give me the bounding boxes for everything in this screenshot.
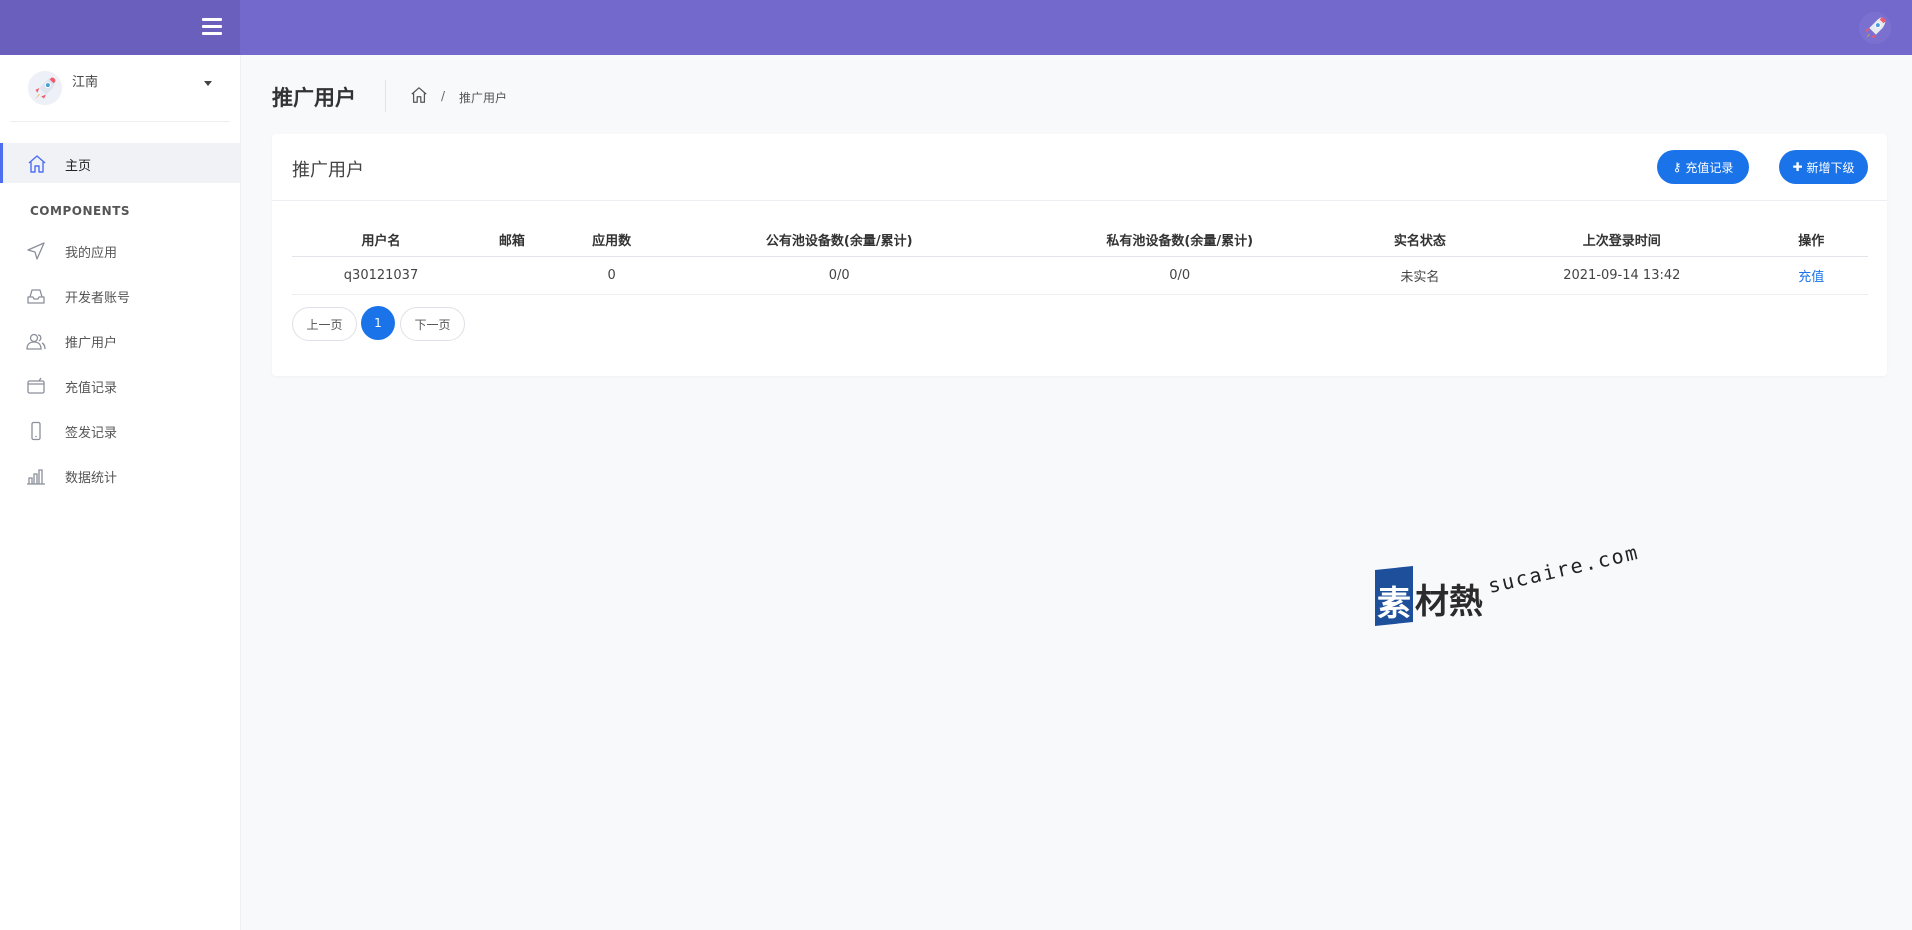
column-header[interactable]: 公有池设备数(余量/累计) [669,222,1009,257]
sidebar-header [0,0,240,55]
sidebar-item-label: 数据统计 [65,471,118,486]
page-title: 推广用户 [272,86,356,110]
column-header[interactable]: 上次登录时间 [1489,222,1755,257]
table-header-row: 用户名 邮箱 应用数 公有池设备数(余量/累计) 私有池设备数(余量/累计) 实… [292,222,1868,257]
sidebar: 江南 主页 COMPONENTS 我的应用 开发者账号 推广用户 充值记录 签发… [0,55,241,930]
card-header: 推广用户 ⚷ 充值记录 ✚ 新增下级 [272,134,1887,201]
send-icon [27,242,45,260]
cell-app-count: 0 [553,256,670,295]
watermark-url: sucaire.com [1485,539,1642,598]
top-navbar [240,0,1912,55]
cell-email [470,256,554,295]
watermark: 素 材熱 sucaire.com [1375,540,1641,626]
users-icon [26,333,46,350]
sidebar-item-developer-accounts[interactable]: 开发者账号 [0,276,240,316]
column-header[interactable]: 私有池设备数(余量/累计) [1008,222,1351,257]
cell-verify-status: 未实名 [1350,256,1490,295]
bar-chart-icon [27,469,45,485]
column-header[interactable]: 用户名 [292,222,471,257]
column-header[interactable]: 邮箱 [470,222,554,257]
key-icon: ⚷ [1672,160,1682,174]
sidebar-item-statistics[interactable]: 数据统计 [0,456,240,496]
recharge-records-label: 充值记录 [1685,160,1734,175]
users-table: 用户名 邮箱 应用数 公有池设备数(余量/累计) 私有池设备数(余量/累计) 实… [292,222,1868,295]
breadcrumb-current: 推广用户 [459,91,508,105]
breadcrumb-separator: / [441,89,446,103]
sidebar-item-label: 签发记录 [65,426,118,441]
cell-username: q30121037 [292,256,471,295]
hamburger-icon[interactable] [202,18,222,36]
header-divider [385,80,386,112]
watermark-brand-first: 素 [1377,584,1411,624]
cell-private-pool: 0/0 [1008,256,1351,295]
recharge-link[interactable]: 充值 [1798,270,1824,285]
wallet-icon [27,377,45,394]
user-profile[interactable]: 江南 [10,55,230,122]
page-button-current[interactable]: 1 [361,306,395,340]
table-row: q30121037 0 0/0 0/0 未实名 2021-09-14 13:42… [292,256,1868,295]
chevron-down-icon[interactable] [204,81,212,86]
sidebar-item-label: 我的应用 [65,246,118,261]
section-label: COMPONENTS [30,204,131,218]
cell-public-pool: 0/0 [669,256,1009,295]
mobile-icon [31,421,41,441]
column-header[interactable]: 实名状态 [1350,222,1490,257]
cell-last-login: 2021-09-14 13:42 [1489,256,1755,295]
inbox-icon [27,289,45,304]
sidebar-item-home[interactable]: 主页 [0,143,240,183]
sidebar-item-label: 充值记录 [65,381,118,396]
sidebar-item-label: 主页 [65,159,92,174]
sidebar-item-recharge-records[interactable]: 充值记录 [0,366,240,406]
prev-page-button[interactable]: 上一页 [292,307,357,341]
recharge-records-button[interactable]: ⚷ 充值记录 [1657,150,1749,184]
home-icon [28,155,46,173]
add-subordinate-label: 新增下级 [1806,160,1855,175]
watermark-brand-rest: 材熱 [1415,582,1483,622]
add-subordinate-button[interactable]: ✚ 新增下级 [1779,150,1868,184]
column-header[interactable]: 操作 [1754,222,1868,257]
promo-users-card: 推广用户 ⚷ 充值记录 ✚ 新增下级 用户名 邮箱 应用数 公有池设备数(余量/… [272,134,1887,376]
next-page-button[interactable]: 下一页 [400,307,465,341]
profile-name: 江南 [72,75,99,90]
sidebar-item-sign-records[interactable]: 签发记录 [0,411,240,451]
cell-action: 充值 [1754,256,1868,295]
avatar [27,70,63,106]
rocket-icon[interactable] [1856,9,1894,47]
sidebar-item-promo-users[interactable]: 推广用户 [0,321,240,361]
sidebar-item-label: 推广用户 [65,336,118,351]
home-icon[interactable] [410,86,428,104]
plus-icon: ✚ [1792,160,1803,174]
column-header[interactable]: 应用数 [553,222,670,257]
card-title: 推广用户 [292,160,364,181]
sidebar-item-my-apps[interactable]: 我的应用 [0,231,240,271]
sidebar-item-label: 开发者账号 [65,291,131,306]
